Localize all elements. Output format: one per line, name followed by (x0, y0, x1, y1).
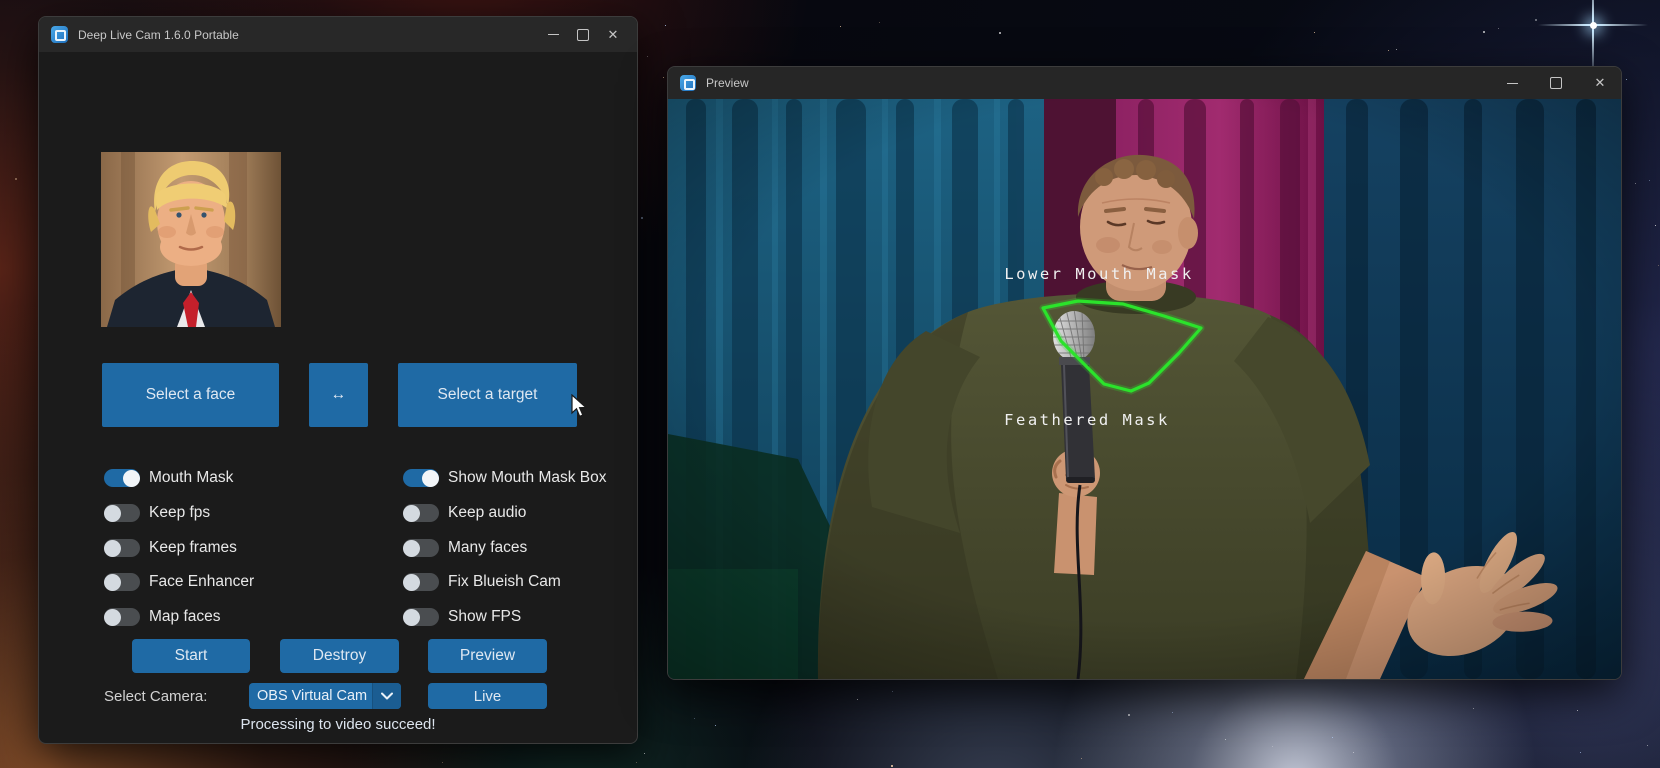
app-logo-icon (51, 26, 68, 43)
toggle-row-mouth-mask: Mouth Mask (104, 467, 233, 489)
app-logo-icon (680, 75, 696, 91)
deep-live-cam-window: Deep Live Cam 1.6.0 Portable ✕ (38, 16, 638, 744)
mouth-mask-toggle[interactable] (104, 469, 140, 487)
toggle-label: Mouth Mask (149, 469, 233, 487)
status-message: Processing to video succeed! (39, 716, 637, 733)
swap-arrow-icon: ↔ (331, 386, 347, 404)
keep-fps-toggle[interactable] (104, 504, 140, 522)
toggle-row-keep-frames: Keep frames (104, 537, 237, 559)
toggle-row-many-faces: Many faces (403, 537, 527, 559)
preview-window: Preview ✕ (667, 66, 1622, 680)
close-icon: ✕ (1595, 75, 1606, 91)
toggle-row-show-mouth-mask-box: Show Mouth Mask Box (403, 467, 607, 489)
select-face-button[interactable]: Select a face (102, 363, 279, 427)
main-window-title: Deep Live Cam 1.6.0 Portable (78, 28, 239, 42)
preview-button[interactable]: Preview (428, 639, 547, 673)
chevron-down-icon[interactable] (372, 683, 401, 709)
main-titlebar[interactable]: Deep Live Cam 1.6.0 Portable ✕ (39, 17, 637, 52)
toggle-label: Fix Blueish Cam (448, 573, 561, 591)
select-target-button[interactable]: Select a target (398, 363, 577, 427)
face-enhancer-toggle[interactable] (104, 573, 140, 591)
start-button[interactable]: Start (132, 639, 250, 673)
minimize-button[interactable] (538, 21, 568, 49)
maximize-button[interactable] (568, 21, 598, 49)
toggle-row-keep-audio: Keep audio (403, 502, 526, 524)
toggle-label: Show Mouth Mask Box (448, 469, 607, 487)
destroy-button[interactable]: Destroy (280, 639, 399, 673)
toggle-label: Show FPS (448, 608, 521, 626)
toggle-row-show-fps: Show FPS (403, 606, 521, 628)
toggle-row-fix-blueish-cam: Fix Blueish Cam (403, 571, 561, 593)
minimize-button[interactable] (1497, 69, 1527, 97)
map-faces-toggle[interactable] (104, 608, 140, 626)
camera-selected-value: OBS Virtual Cam (249, 688, 372, 704)
source-face-image (101, 152, 281, 327)
fix-blueish-cam-toggle[interactable] (403, 573, 439, 591)
maximize-button[interactable] (1541, 69, 1571, 97)
toggle-row-map-faces: Map faces (104, 606, 221, 628)
preview-video-frame: Lower Mouth Mask Feathered Mask (668, 99, 1621, 679)
toggle-label: Many faces (448, 539, 527, 557)
select-camera-label: Select Camera: (104, 688, 207, 705)
close-button[interactable]: ✕ (598, 21, 628, 49)
mouse-cursor (570, 394, 590, 418)
maximize-icon (577, 29, 589, 41)
close-icon: ✕ (608, 27, 619, 43)
toggle-label: Map faces (149, 608, 221, 626)
toggle-row-keep-fps: Keep fps (104, 502, 210, 524)
keep-frames-toggle[interactable] (104, 539, 140, 557)
maximize-icon (1550, 77, 1562, 89)
live-button[interactable]: Live (428, 683, 547, 709)
toggle-label: Face Enhancer (149, 573, 254, 591)
preview-window-title: Preview (706, 76, 749, 90)
toggle-label: Keep audio (448, 504, 526, 522)
camera-select-dropdown[interactable]: OBS Virtual Cam (249, 683, 401, 709)
keep-audio-toggle[interactable] (403, 504, 439, 522)
many-faces-toggle[interactable] (403, 539, 439, 557)
toggle-label: Keep frames (149, 539, 237, 557)
toggle-row-face-enhancer: Face Enhancer (104, 571, 254, 593)
toggle-label: Keep fps (149, 504, 210, 522)
minimize-icon (1507, 83, 1518, 84)
minimize-icon (548, 34, 559, 35)
show-mouth-mask-box-toggle[interactable] (403, 469, 439, 487)
show-fps-toggle[interactable] (403, 608, 439, 626)
close-button[interactable]: ✕ (1585, 69, 1615, 97)
preview-titlebar[interactable]: Preview ✕ (668, 67, 1621, 99)
swap-faces-button[interactable]: ↔ (309, 363, 368, 427)
